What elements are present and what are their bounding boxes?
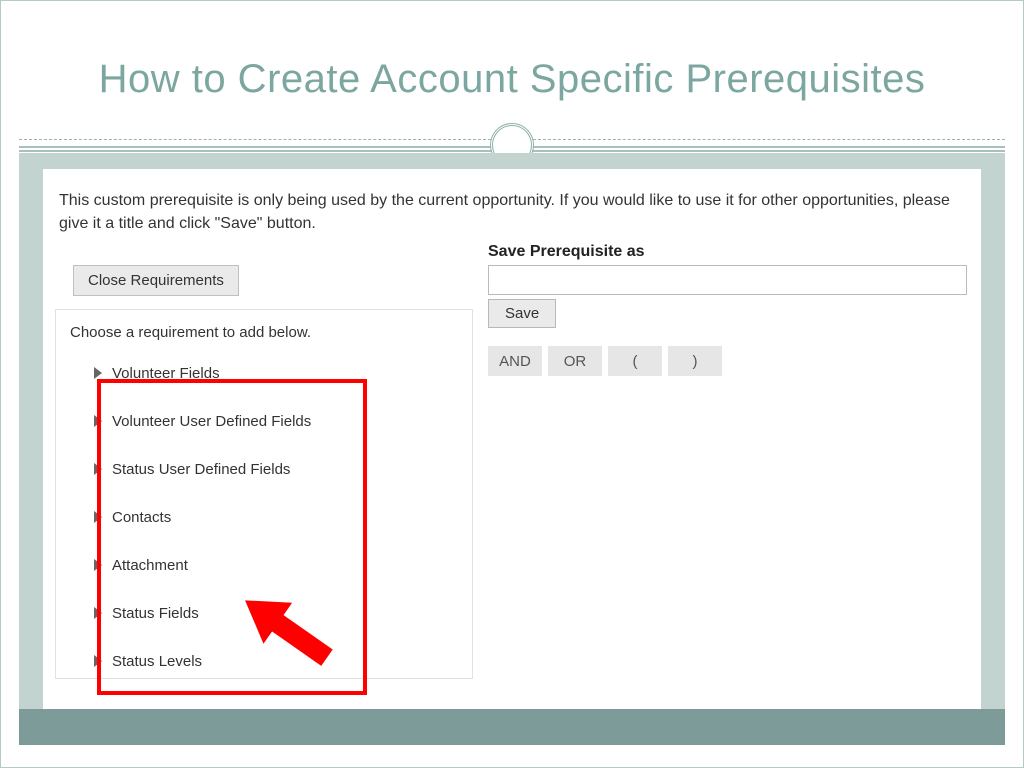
logic-operators-row: AND OR ( )	[488, 346, 967, 376]
chevron-right-icon	[94, 655, 102, 667]
req-item-label: Volunteer User Defined Fields	[112, 413, 311, 430]
req-item-status-fields[interactable]: Status Fields	[94, 589, 458, 637]
req-item-attachment[interactable]: Attachment	[94, 541, 458, 589]
page-title: How to Create Account Specific Prerequis…	[81, 57, 943, 102]
req-item-contacts[interactable]: Contacts	[94, 493, 458, 541]
req-item-label: Attachment	[112, 557, 188, 574]
footer-bar	[19, 709, 1005, 745]
req-item-label: Status Levels	[112, 653, 202, 670]
chevron-right-icon	[94, 559, 102, 571]
req-item-label: Contacts	[112, 509, 171, 526]
req-item-label: Status Fields	[112, 605, 199, 622]
save-as-label: Save Prerequisite as	[488, 243, 967, 261]
req-item-label: Status User Defined Fields	[112, 461, 290, 478]
chevron-right-icon	[94, 367, 102, 379]
logic-close-paren-button[interactable]: )	[668, 346, 722, 376]
save-button[interactable]: Save	[488, 299, 556, 328]
content-card: This custom prerequisite is only being u…	[43, 169, 981, 709]
logic-open-paren-button[interactable]: (	[608, 346, 662, 376]
chevron-right-icon	[94, 511, 102, 523]
req-item-volunteer-fields[interactable]: Volunteer Fields	[94, 349, 458, 397]
slide: How to Create Account Specific Prerequis…	[0, 0, 1024, 768]
close-requirements-button[interactable]: Close Requirements	[73, 265, 239, 296]
save-as-input[interactable]	[488, 265, 967, 295]
requirements-heading: Choose a requirement to add below.	[70, 324, 458, 341]
req-item-status-udf[interactable]: Status User Defined Fields	[94, 445, 458, 493]
chevron-right-icon	[94, 607, 102, 619]
req-item-label: Volunteer Fields	[112, 365, 220, 382]
requirements-panel: Choose a requirement to add below. Volun…	[55, 309, 473, 679]
req-item-status-levels[interactable]: Status Levels	[94, 637, 458, 685]
chevron-right-icon	[94, 415, 102, 427]
chevron-right-icon	[94, 463, 102, 475]
req-item-volunteer-udf[interactable]: Volunteer User Defined Fields	[94, 397, 458, 445]
save-column: Save Prerequisite as Save AND OR ( )	[488, 243, 967, 376]
instruction-text: This custom prerequisite is only being u…	[59, 189, 963, 235]
requirements-list: Volunteer Fields Volunteer User Defined …	[70, 349, 458, 685]
logic-or-button[interactable]: OR	[548, 346, 602, 376]
logic-and-button[interactable]: AND	[488, 346, 542, 376]
